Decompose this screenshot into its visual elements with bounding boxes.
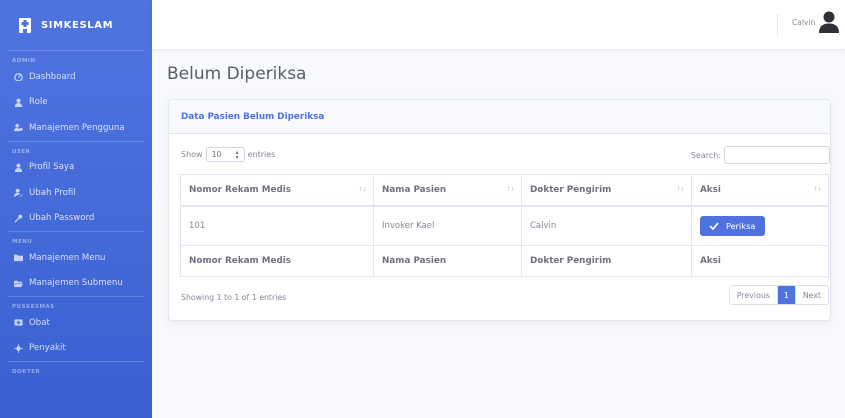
column-header-nomor-rekam-medis[interactable]: Nomor Rekam Medis ↑↓ bbox=[180, 174, 374, 207]
hospital-icon bbox=[18, 17, 32, 33]
column-header-label: Nama Pasien bbox=[382, 184, 447, 195]
table-footer-row: Nomor Rekam Medis Nama Pasien Dokter Pen… bbox=[180, 245, 829, 277]
sidebar-item-label: Penyakit bbox=[29, 343, 66, 354]
search-control: Search: bbox=[691, 146, 830, 164]
sort-icon: ↑↓ bbox=[505, 186, 515, 193]
virus-icon bbox=[13, 343, 23, 353]
sidebar-item-label: Ubah Profil bbox=[29, 187, 76, 198]
folder-open-icon bbox=[13, 278, 23, 288]
select-arrows-icon: ▴ ▾ bbox=[235, 148, 239, 161]
sidebar-item-penyakit[interactable]: Penyakit bbox=[0, 336, 152, 362]
users-cog-icon bbox=[13, 123, 23, 133]
sidebar-item-manajemen-pengguna[interactable]: Manajemen Pengguna bbox=[0, 115, 152, 141]
cell-aksi: Periksa bbox=[691, 205, 829, 246]
periksa-button[interactable]: Periksa bbox=[700, 215, 766, 236]
table-row: 101 Invoker Kael Calvin Periksa bbox=[180, 205, 829, 246]
sidebar-item-profil-saya[interactable]: Profil Saya bbox=[0, 155, 152, 181]
sidebar-item-manajemen-submenu[interactable]: Manajemen Submenu bbox=[0, 271, 152, 297]
sidebar-item-label: Manajemen Menu bbox=[29, 252, 106, 263]
user-name[interactable]: Calvin bbox=[792, 18, 815, 27]
footer-header-aksi: Aksi bbox=[691, 245, 829, 277]
sidebar-item-ubah-profil[interactable]: Ubah Profil bbox=[0, 180, 152, 206]
pagination: Previous 1 Next bbox=[728, 285, 829, 305]
column-header-aksi[interactable]: Aksi ↑↓ bbox=[691, 174, 829, 207]
table-info: Showing 1 to 1 of 1 entries bbox=[181, 293, 287, 302]
sidebar-item-label: Obat bbox=[29, 317, 50, 328]
column-header-label: Nomor Rekam Medis bbox=[189, 184, 292, 195]
key-icon bbox=[13, 213, 23, 223]
sidebar-heading-user: USER bbox=[12, 148, 31, 155]
footer-header-dokter-pengirim: Dokter Pengirim bbox=[521, 245, 692, 277]
footer-header-nama-pasien: Nama Pasien bbox=[373, 245, 522, 277]
periksa-label: Periksa bbox=[726, 220, 756, 231]
sort-icon: ↑↓ bbox=[357, 186, 367, 193]
sidebar-heading-puskesmas: PUSKESMAS bbox=[12, 304, 55, 310]
sidebar-heading-menu: MENU bbox=[12, 239, 33, 245]
brand-name: SIMKESLAM bbox=[41, 19, 114, 31]
cell-nama-pasien: Invoker Kael bbox=[373, 205, 522, 246]
sidebar-item-label: Role bbox=[29, 97, 48, 108]
user-edit-icon bbox=[13, 188, 23, 198]
footer-header-nomor-rekam-medis: Nomor Rekam Medis bbox=[180, 245, 374, 277]
entries-select-value: 10 bbox=[211, 150, 222, 159]
search-input[interactable] bbox=[724, 146, 830, 164]
sidebar-item-label: Manajemen Pengguna bbox=[29, 122, 125, 133]
check-icon bbox=[708, 220, 719, 231]
entries-length-control: Show 10 ▴ ▾ entries bbox=[181, 147, 275, 162]
topbar-divider bbox=[777, 14, 778, 36]
table-header-row: Nomor Rekam Medis ↑↓ Nama Pasien ↑↓ Dokter… bbox=[180, 174, 829, 207]
column-header-nama-pasien[interactable]: Nama Pasien ↑↓ bbox=[373, 174, 522, 207]
column-header-dokter-pengirim[interactable]: Dokter Pengirim ↑↓ bbox=[521, 174, 692, 207]
sidebar-heading-admin: ADMIN bbox=[12, 58, 36, 64]
folder-icon bbox=[13, 253, 23, 263]
sort-icon: ↑↓ bbox=[675, 186, 685, 193]
user-icon bbox=[13, 162, 23, 172]
entries-suffix: entries bbox=[247, 150, 276, 159]
cell-dokter-pengirim: Calvin bbox=[521, 205, 692, 246]
sidebar-item-label: Profil Saya bbox=[29, 162, 75, 173]
page-title: Belum Diperiksa bbox=[167, 64, 307, 84]
sidebar-item-label: Manajemen Submenu bbox=[29, 278, 123, 289]
column-header-label: Aksi bbox=[700, 184, 721, 195]
search-label: Search: bbox=[690, 150, 721, 160]
user-tie-icon bbox=[13, 97, 23, 107]
topbar: Calvin bbox=[152, 0, 845, 49]
sidebar-item-label: Ubah Password bbox=[29, 213, 95, 224]
sidebar-heading-dokter: DOKTER bbox=[12, 369, 41, 375]
sidebar-item-label: Dashboard bbox=[29, 71, 76, 82]
data-card: Data Pasien Belum Diperiksa Show 10 ▴ ▾ e… bbox=[168, 99, 831, 321]
entries-prefix: Show bbox=[181, 150, 203, 159]
user-avatar-icon[interactable] bbox=[819, 11, 839, 35]
pagination-next[interactable]: Next bbox=[796, 286, 828, 304]
pagination-previous[interactable]: Previous bbox=[730, 286, 778, 304]
sidebar-item-obat[interactable]: Obat bbox=[0, 310, 152, 336]
sidebar-item-manajemen-menu[interactable]: Manajemen Menu bbox=[0, 245, 152, 271]
sort-icon: ↑↓ bbox=[812, 186, 822, 193]
card-title: Data Pasien Belum Diperiksa bbox=[181, 111, 325, 122]
entries-select[interactable]: 10 ▴ ▾ bbox=[205, 147, 245, 162]
sidebar: SIMKESLAM ADMIN Dashboard Role Manajemen… bbox=[0, 0, 152, 418]
cell-nomor-rekam-medis: 101 bbox=[180, 205, 374, 246]
sidebar-item-role[interactable]: Role bbox=[0, 90, 152, 116]
dashboard-icon bbox=[13, 72, 23, 82]
card-header: Data Pasien Belum Diperiksa bbox=[169, 100, 830, 134]
column-header-label: Dokter Pengirim bbox=[530, 184, 612, 195]
pills-icon bbox=[13, 318, 23, 328]
brand[interactable]: SIMKESLAM bbox=[0, 0, 152, 50]
sidebar-item-ubah-password[interactable]: Ubah Password bbox=[0, 206, 152, 232]
patients-table: Nomor Rekam Medis ↑↓ Nama Pasien ↑↓ Dokter… bbox=[180, 174, 829, 277]
sidebar-item-dashboard[interactable]: Dashboard bbox=[0, 64, 152, 90]
pagination-page-1[interactable]: 1 bbox=[777, 286, 796, 304]
